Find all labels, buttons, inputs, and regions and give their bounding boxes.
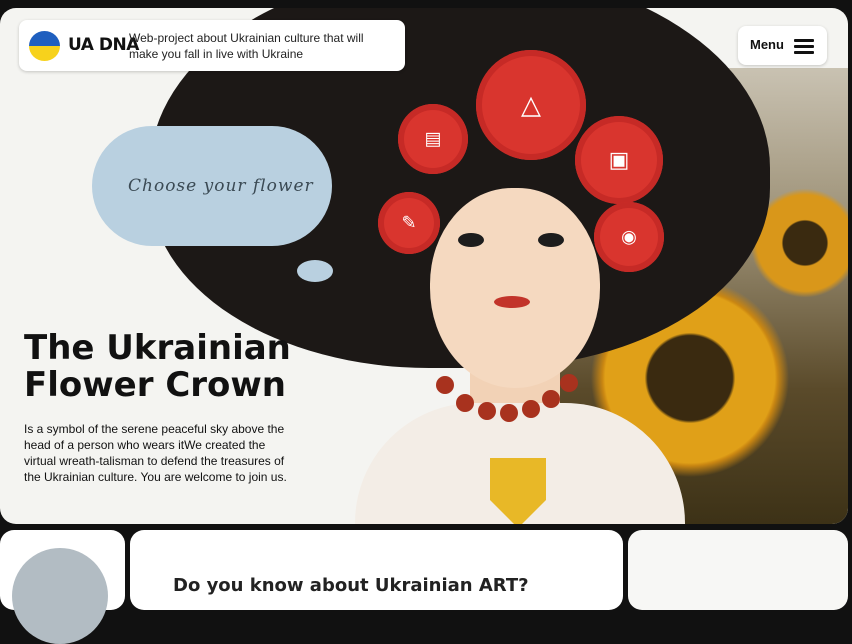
clapperboard-icon: ▤ bbox=[424, 128, 442, 149]
flower-camera[interactable]: ▣ bbox=[575, 116, 663, 204]
menu-label: Menu bbox=[750, 37, 784, 52]
side-card bbox=[628, 530, 848, 610]
necklace-bead bbox=[436, 376, 454, 394]
brand-header[interactable]: UA DNA Web-project about Ukrainian cultu… bbox=[19, 20, 405, 71]
camera-icon: ▣ bbox=[608, 147, 630, 172]
eye-right bbox=[538, 233, 564, 247]
headphones-icon: ◉ bbox=[621, 226, 637, 247]
hamburger-icon bbox=[794, 39, 814, 57]
dress-icon: △ bbox=[521, 89, 541, 120]
necklace-bead bbox=[456, 394, 474, 412]
thought-cloud-small bbox=[297, 260, 333, 282]
title-line-2: Flower Crown bbox=[24, 365, 287, 405]
flower-headphones[interactable]: ◉ bbox=[594, 202, 664, 272]
girl-face-illustration bbox=[430, 188, 600, 388]
lips bbox=[494, 296, 530, 308]
flower-dress[interactable]: △ bbox=[476, 50, 586, 160]
hero-description: Is a symbol of the serene peaceful sky a… bbox=[24, 422, 287, 484]
hero-section: ▤ △ ▣ ✎ ◉ Choose your flower The Ukraini… bbox=[0, 8, 848, 524]
flower-clapperboard[interactable]: ▤ bbox=[398, 104, 468, 174]
necklace-bead bbox=[522, 400, 540, 418]
necklace-bead bbox=[478, 402, 496, 420]
avatar-card bbox=[0, 530, 125, 644]
ukraine-flag-icon bbox=[29, 31, 60, 61]
art-card[interactable]: Do you know about Ukrainian ART? bbox=[130, 530, 623, 610]
choose-flower-text: Choose your flower bbox=[128, 176, 314, 196]
brand-tagline: Web-project about Ukrainian culture that… bbox=[129, 31, 364, 61]
menu-button[interactable]: Menu bbox=[738, 26, 827, 65]
page-title: The Ukrainian Flower Crown bbox=[24, 330, 291, 404]
necklace-bead bbox=[500, 404, 518, 422]
title-line-1: The Ukrainian bbox=[24, 328, 291, 368]
eye-left bbox=[458, 233, 484, 247]
flower-pen[interactable]: ✎ bbox=[378, 192, 440, 254]
pen-icon: ✎ bbox=[401, 212, 417, 233]
necklace-bead bbox=[542, 390, 560, 408]
avatar bbox=[12, 548, 108, 644]
necklace-bead bbox=[560, 374, 578, 392]
